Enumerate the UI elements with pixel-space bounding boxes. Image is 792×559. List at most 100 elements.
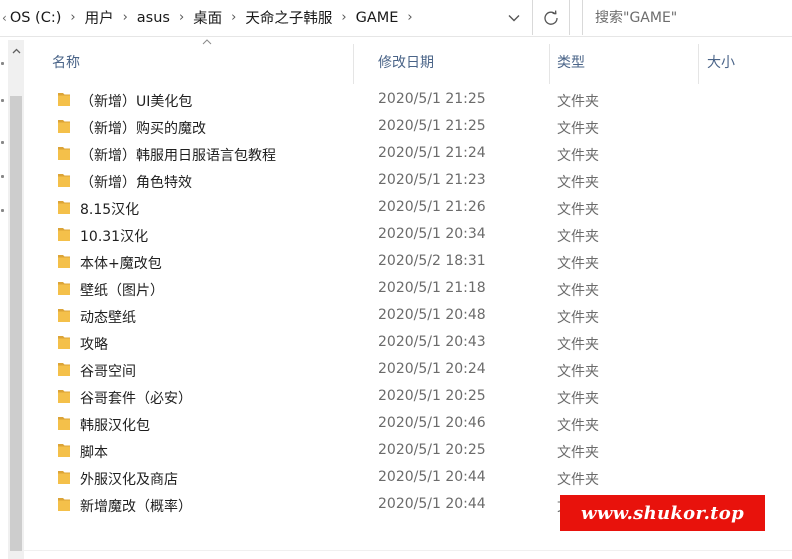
file-type: 文件夹 — [557, 121, 599, 137]
file-name: 韩服汉化包 — [80, 418, 150, 434]
file-date: 2020/5/1 20:46 — [378, 415, 486, 431]
file-date: 2020/5/1 20:34 — [378, 226, 486, 242]
breadcrumb-separator-icon[interactable]: › — [231, 10, 236, 25]
folder-icon — [57, 416, 71, 431]
file-row[interactable]: 本体+魔改包 2020/5/2 18:31 文件夹 — [24, 248, 792, 275]
nav-marker — [1, 175, 4, 178]
nav-marker — [1, 141, 4, 144]
file-date: 2020/5/1 20:24 — [378, 361, 486, 377]
column-type[interactable]: 类型 — [557, 52, 585, 76]
folder-icon — [57, 497, 71, 512]
file-type: 文件夹 — [557, 202, 599, 218]
breadcrumb-drive[interactable]: OS (C:) — [10, 10, 62, 26]
file-date: 2020/5/1 21:24 — [378, 145, 486, 161]
folder-icon — [57, 362, 71, 377]
nav-scrollbar[interactable] — [8, 40, 24, 559]
file-row[interactable]: 攻略 2020/5/1 20:43 文件夹 — [24, 329, 792, 356]
file-name: 外服汉化及商店 — [80, 472, 178, 488]
file-type: 文件夹 — [557, 445, 599, 461]
file-type: 文件夹 — [557, 337, 599, 353]
file-type: 文件夹 — [557, 229, 599, 245]
folder-icon — [57, 470, 71, 485]
file-date: 2020/5/1 21:25 — [378, 118, 486, 134]
file-row[interactable]: 韩服汉化包 2020/5/1 20:46 文件夹 — [24, 410, 792, 437]
scroll-up-arrow-icon[interactable] — [8, 42, 24, 60]
file-name: 新增魔改（概率） — [80, 499, 192, 515]
file-date: 2020/5/1 20:25 — [378, 388, 486, 404]
file-row[interactable]: 脚本 2020/5/1 20:25 文件夹 — [24, 437, 792, 464]
breadcrumb-user[interactable]: asus — [137, 10, 170, 26]
file-name: 壁纸（图片） — [80, 283, 164, 299]
file-date: 2020/5/1 21:18 — [378, 280, 486, 296]
refresh-button[interactable] — [532, 0, 570, 35]
file-name: 攻略 — [80, 337, 108, 353]
file-type: 文件夹 — [557, 364, 599, 380]
file-date: 2020/5/1 20:43 — [378, 334, 486, 350]
file-row[interactable]: 10.31汉化 2020/5/1 20:34 文件夹 — [24, 221, 792, 248]
file-date: 2020/5/1 20:48 — [378, 307, 486, 323]
address-bar[interactable]: ‹ OS (C:) › 用户 › asus › 桌面 › 天命之子韩服 › GA… — [0, 0, 530, 35]
file-list: （新增）UI美化包 2020/5/1 21:25 文件夹 （新增）购买的魔改 2020… — [24, 86, 792, 518]
file-type: 文件夹 — [557, 94, 599, 110]
column-size[interactable]: 大小 — [707, 52, 735, 76]
address-history-dropdown[interactable] — [498, 0, 530, 35]
breadcrumb-separator-icon[interactable]: › — [179, 10, 184, 25]
file-name: （新增）UI美化包 — [80, 94, 193, 110]
file-row[interactable]: 8.15汉化 2020/5/1 21:26 文件夹 — [24, 194, 792, 221]
file-name: 脚本 — [80, 445, 108, 461]
navigation-pane[interactable] — [0, 37, 8, 559]
breadcrumb-separator-icon[interactable]: › — [123, 10, 128, 25]
file-type: 文件夹 — [557, 175, 599, 191]
folder-icon — [57, 254, 71, 269]
file-row[interactable]: 谷哥套件（必安） 2020/5/1 20:25 文件夹 — [24, 383, 792, 410]
watermark-banner: www.shukor.top — [560, 495, 765, 531]
breadcrumb-overflow-chevron-icon[interactable]: ‹ — [2, 11, 7, 25]
file-date: 2020/5/1 20:44 — [378, 469, 486, 485]
file-row[interactable]: 谷哥空间 2020/5/1 20:24 文件夹 — [24, 356, 792, 383]
breadcrumb-current[interactable]: GAME — [356, 10, 399, 26]
file-date: 2020/5/2 18:31 — [378, 253, 486, 269]
file-name: 本体+魔改包 — [80, 256, 162, 272]
breadcrumb-separator-icon[interactable]: › — [70, 10, 75, 25]
breadcrumb-desktop[interactable]: 桌面 — [193, 7, 222, 28]
chevron-down-icon — [508, 14, 520, 21]
column-divider[interactable] — [549, 44, 550, 84]
breadcrumb-users[interactable]: 用户 — [85, 7, 114, 28]
file-date: 2020/5/1 20:44 — [378, 496, 486, 512]
file-type: 文件夹 — [557, 391, 599, 407]
column-header: 名称 修改日期 类型 大小 — [24, 39, 792, 84]
file-row[interactable]: 动态壁纸 2020/5/1 20:48 文件夹 — [24, 302, 792, 329]
column-date-modified[interactable]: 修改日期 — [378, 52, 434, 76]
file-row[interactable]: （新增）韩服用日服语言包教程 2020/5/1 21:24 文件夹 — [24, 140, 792, 167]
file-type: 文件夹 — [557, 283, 599, 299]
file-name: 谷哥空间 — [80, 364, 136, 380]
list-bottom-edge — [24, 550, 792, 551]
nav-marker — [1, 62, 4, 65]
file-date: 2020/5/1 21:23 — [378, 172, 486, 188]
search-input[interactable] — [593, 8, 787, 27]
breadcrumb-separator-icon[interactable]: › — [341, 10, 346, 25]
file-row[interactable]: （新增）角色特效 2020/5/1 21:23 文件夹 — [24, 167, 792, 194]
file-name: （新增）角色特效 — [80, 175, 192, 191]
file-name: 动态壁纸 — [80, 310, 136, 326]
folder-icon — [57, 173, 71, 188]
file-row[interactable]: （新增）购买的魔改 2020/5/1 21:25 文件夹 — [24, 113, 792, 140]
folder-icon — [57, 119, 71, 134]
file-row[interactable]: 壁纸（图片） 2020/5/1 21:18 文件夹 — [24, 275, 792, 302]
column-divider[interactable] — [353, 44, 354, 84]
folder-icon — [57, 389, 71, 404]
file-type: 文件夹 — [557, 148, 599, 164]
file-name: （新增）韩服用日服语言包教程 — [80, 148, 276, 164]
breadcrumb-folder[interactable]: 天命之子韩服 — [245, 7, 332, 28]
column-divider[interactable] — [698, 44, 699, 84]
file-row[interactable]: 外服汉化及商店 2020/5/1 20:44 文件夹 — [24, 464, 792, 491]
search-box[interactable] — [582, 0, 792, 35]
toolbar: ‹ OS (C:) › 用户 › asus › 桌面 › 天命之子韩服 › GA… — [0, 0, 792, 37]
folder-icon — [57, 146, 71, 161]
column-name[interactable]: 名称 — [52, 52, 80, 76]
file-date: 2020/5/1 21:25 — [378, 91, 486, 107]
file-row[interactable]: （新增）UI美化包 2020/5/1 21:25 文件夹 — [24, 86, 792, 113]
file-name: 10.31汉化 — [80, 229, 149, 245]
breadcrumb-separator-icon[interactable]: › — [407, 10, 412, 25]
scrollbar-thumb[interactable] — [10, 96, 22, 551]
